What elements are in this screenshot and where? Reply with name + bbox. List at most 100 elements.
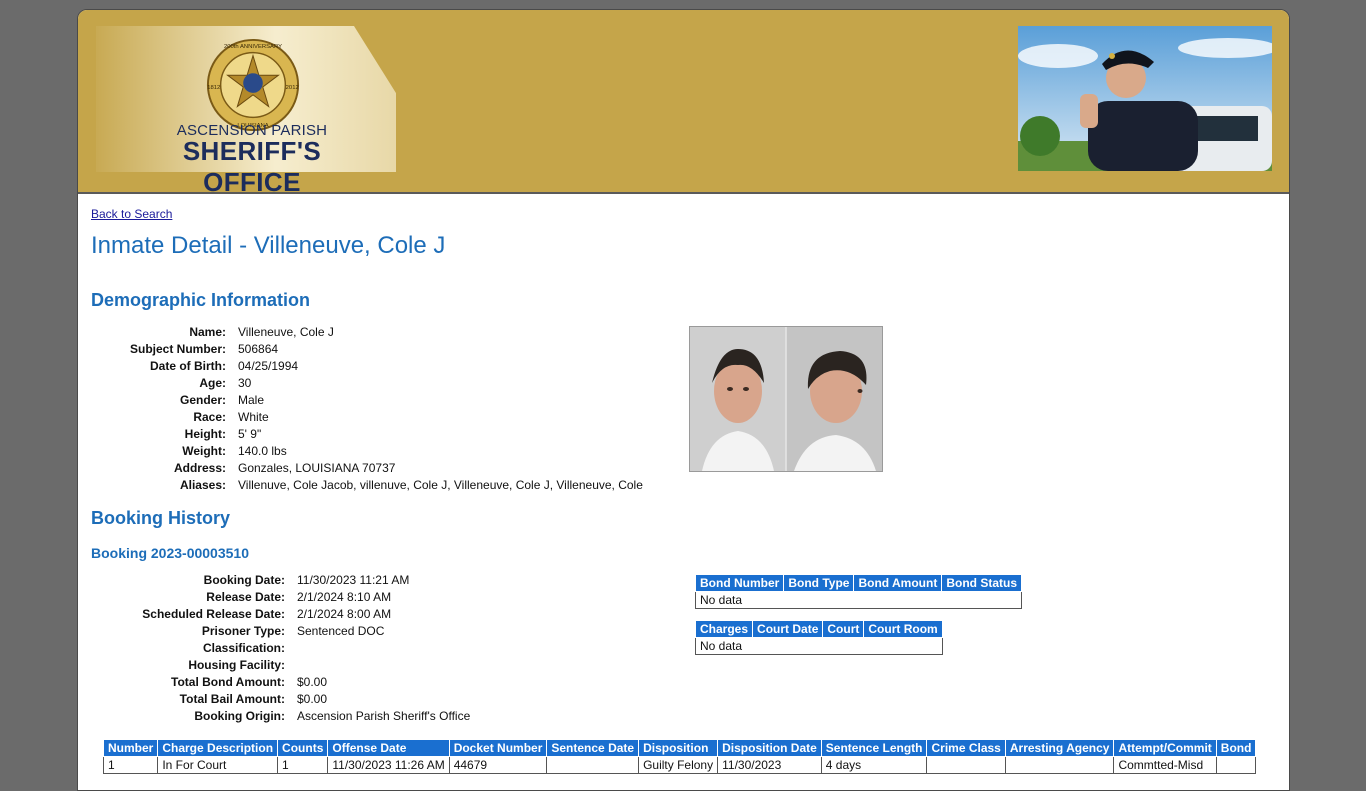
field-value: Ascension Parish Sheriff's Office — [297, 709, 471, 723]
demographic-row: Gender: Male — [90, 392, 643, 409]
column-header[interactable]: Bond Number — [694, 574, 785, 592]
field-value: 04/25/1994 — [238, 359, 299, 373]
column-header[interactable]: Court Date — [752, 620, 824, 638]
table-cell: 11/30/2023 — [717, 756, 822, 774]
demographic-fields: Name: Villeneuve, Cole J Subject Number: 5… — [90, 324, 643, 494]
bond-table-header: Bond Number Bond Type Bond Amount Bond S… — [694, 574, 1022, 592]
column-header[interactable]: Number — [102, 739, 159, 757]
field-label: Booking Date: — [203, 573, 285, 587]
page-frame: 200th ANNIVERSARY 1812 2012 LOUISIANA AS… — [77, 9, 1290, 791]
demographic-row: Age: 30 — [90, 375, 643, 392]
demographic-row: Weight: 140.0 lbs — [90, 443, 643, 460]
demographic-row: Date of Birth: 04/25/1994 — [90, 358, 643, 375]
back-to-search-link[interactable]: Back to Search — [91, 207, 172, 221]
table-cell — [926, 756, 1006, 774]
column-header[interactable]: Disposition Date — [717, 739, 822, 757]
table-cell: Commtted-Misd — [1113, 756, 1217, 774]
table-cell: Guilty Felony — [638, 756, 719, 774]
table-row: 1 In For Court 1 11/30/2023 11:26 AM 446… — [102, 756, 1257, 774]
column-header[interactable]: Bond Type — [783, 574, 855, 592]
booking-row: Scheduled Release Date: 2/1/2024 8:00 AM — [90, 606, 470, 623]
booking-row: Total Bond Amount: $0.00 — [90, 674, 470, 691]
field-value: Gonzales, LOUISIANA 70737 — [238, 461, 396, 475]
field-value: $0.00 — [297, 692, 328, 706]
badge-right-text: 2012 — [286, 85, 299, 91]
charges-table: Number Charge Description Counts Offense… — [102, 739, 1257, 774]
inmate-mugshot — [689, 326, 883, 472]
booking-history-heading: Booking History — [91, 508, 231, 528]
column-header[interactable]: Bond — [1215, 739, 1257, 757]
page-title: Inmate Detail - Villeneuve, Cole J — [91, 232, 446, 259]
field-label: Housing Facility: — [188, 658, 285, 672]
field-label: Age: — [199, 376, 226, 390]
field-label: Scheduled Release Date: — [142, 607, 285, 621]
field-label: Prisoner Type: — [201, 624, 285, 638]
officer-photo — [1018, 26, 1272, 171]
booking-title: Booking 2023-00003510 — [91, 545, 249, 561]
column-header[interactable]: Bond Status — [941, 574, 1022, 592]
field-value: 30 — [238, 376, 252, 390]
field-value: Villeneuve, Cole J — [238, 325, 334, 339]
column-header[interactable]: Charge Description — [157, 739, 279, 757]
field-value: 140.0 lbs — [238, 444, 287, 458]
field-value: Sentenced DOC — [297, 624, 385, 638]
field-label: Subject Number: — [129, 342, 226, 356]
table-cell: 44679 — [448, 756, 548, 774]
column-header[interactable]: Crime Class — [926, 739, 1006, 757]
empty-message: No data — [695, 591, 1022, 609]
field-label: Address: — [173, 461, 226, 475]
badge-top-text: 200th ANNIVERSARY — [224, 44, 282, 50]
booking-row: Prisoner Type: Sentenced DOC — [90, 623, 470, 640]
demographic-row: Address: Gonzales, LOUISIANA 70737 — [90, 460, 643, 477]
field-value: White — [238, 410, 269, 424]
booking-row: Housing Facility: — [90, 657, 470, 674]
column-header[interactable]: Charges — [694, 620, 754, 638]
sheriff-badge-logo: 200th ANNIVERSARY 1812 2012 LOUISIANA — [206, 38, 300, 132]
badge-left-text: 1812 — [207, 85, 220, 91]
demographic-row: Subject Number: 506864 — [90, 341, 643, 358]
demographic-row: Height: 5' 9" — [90, 426, 643, 443]
column-header[interactable]: Disposition — [638, 739, 719, 757]
bond-table: Bond Number Bond Type Bond Amount Bond S… — [694, 574, 1022, 609]
booking-row: Booking Origin: Ascension Parish Sheriff'… — [90, 708, 470, 725]
field-label: Race: — [193, 410, 226, 424]
table-row: No data — [695, 591, 1022, 609]
table-cell: 1 — [277, 756, 329, 774]
field-value: 2/1/2024 8:10 AM — [297, 590, 392, 604]
booking-row: Classification: — [90, 640, 470, 657]
column-header[interactable]: Docket Number — [448, 739, 548, 757]
field-value: 11/30/2023 11:21 AM — [297, 573, 410, 587]
table-cell — [1215, 756, 1257, 774]
field-value: Villenuve, Cole Jacob, villenuve, Cole J… — [238, 478, 643, 492]
table-cell — [546, 756, 640, 774]
booking-row: Total Bail Amount: $0.00 — [90, 691, 470, 708]
field-value: 2/1/2024 8:00 AM — [297, 607, 392, 621]
column-header[interactable]: Offense Date — [327, 739, 450, 757]
field-value: 506864 — [238, 342, 279, 356]
field-label: Total Bail Amount: — [179, 692, 285, 706]
column-header[interactable]: Arresting Agency — [1004, 739, 1115, 757]
column-header[interactable]: Sentence Length — [820, 739, 928, 757]
field-value: $0.00 — [297, 675, 328, 689]
column-header[interactable]: Court — [822, 620, 865, 638]
demographic-row: Aliases: Villenuve, Cole Jacob, villenuve… — [90, 477, 643, 494]
field-label: Booking Origin: — [194, 709, 285, 723]
column-header[interactable]: Sentence Date — [546, 739, 640, 757]
column-header[interactable]: Court Room — [863, 620, 943, 638]
booking-fields: Booking Date: 11/30/2023 11:21 AM Release… — [90, 572, 470, 725]
field-value: 5' 9" — [238, 427, 262, 441]
logo-office-name: SHERIFF'S OFFICE — [182, 136, 322, 197]
empty-message: No data — [695, 637, 943, 655]
table-cell — [1004, 756, 1115, 774]
booking-row: Release Date: 2/1/2024 8:10 AM — [90, 589, 470, 606]
column-header[interactable]: Bond Amount — [853, 574, 943, 592]
column-header[interactable]: Attempt/Commit — [1113, 739, 1217, 757]
demographic-row: Race: White — [90, 409, 643, 426]
table-cell: 4 days — [820, 756, 928, 774]
table-row: No data — [695, 637, 943, 655]
field-label: Date of Birth: — [150, 359, 226, 373]
booking-row: Booking Date: 11/30/2023 11:21 AM — [90, 572, 470, 589]
column-header[interactable]: Counts — [277, 739, 329, 757]
demographic-row: Name: Villeneuve, Cole J — [90, 324, 643, 341]
table-cell: 11/30/2023 11:26 AM — [327, 756, 450, 774]
